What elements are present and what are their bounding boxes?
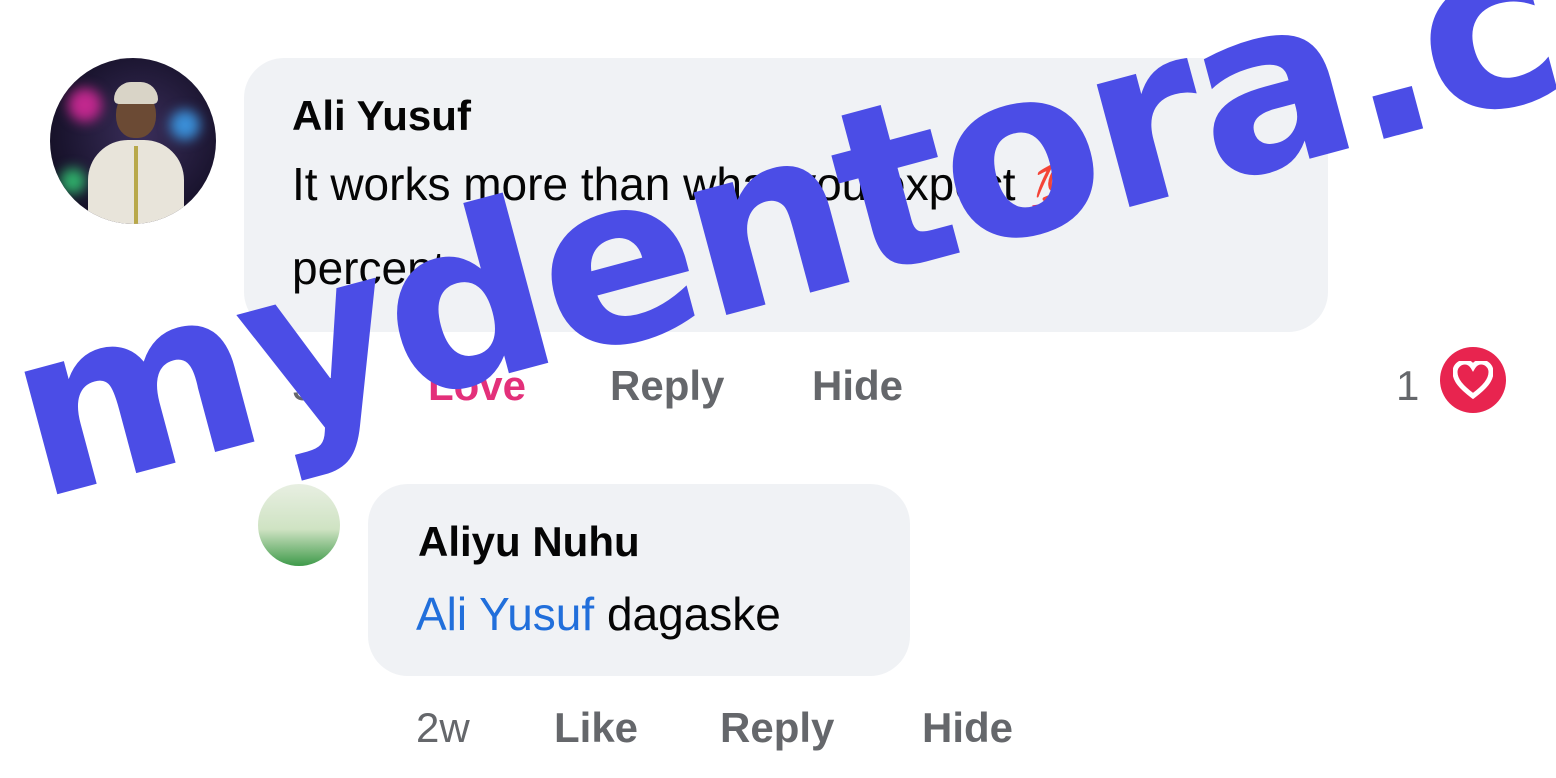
reply-timestamp[interactable]: 2w	[416, 704, 470, 752]
heart-icon[interactable]	[1440, 347, 1506, 413]
avatar-background-glow	[68, 88, 102, 122]
reply-button[interactable]: Reply	[720, 704, 834, 752]
avatar[interactable]	[50, 58, 216, 224]
comment-thread: Ali Yusuf It works more than what you ex…	[0, 0, 1556, 778]
comment-author[interactable]: Ali Yusuf	[292, 92, 471, 140]
avatar-figure-stripe	[134, 146, 138, 224]
heart-icon-glyph	[1453, 361, 1493, 399]
avatar-background-glow	[60, 168, 86, 194]
avatar[interactable]	[258, 484, 340, 566]
hide-button[interactable]: Hide	[922, 704, 1013, 752]
hide-button[interactable]: Hide	[812, 362, 903, 410]
reply-text-line: Ali Yusuf dagaske	[416, 572, 781, 656]
like-button[interactable]: Like	[554, 704, 638, 752]
reaction-count[interactable]: 1	[1396, 362, 1419, 410]
avatar-background-glow	[170, 110, 200, 140]
mention-link[interactable]: Ali Yusuf	[416, 588, 594, 640]
reply-text: dagaske	[606, 588, 781, 640]
reply-bubble: Aliyu Nuhu Ali Yusuf dagaske	[368, 484, 910, 676]
avatar-figure-cap	[114, 82, 158, 104]
reply-actions: 2w Like Reply Hide	[0, 704, 1556, 764]
reply-author[interactable]: Aliyu Nuhu	[418, 518, 640, 566]
